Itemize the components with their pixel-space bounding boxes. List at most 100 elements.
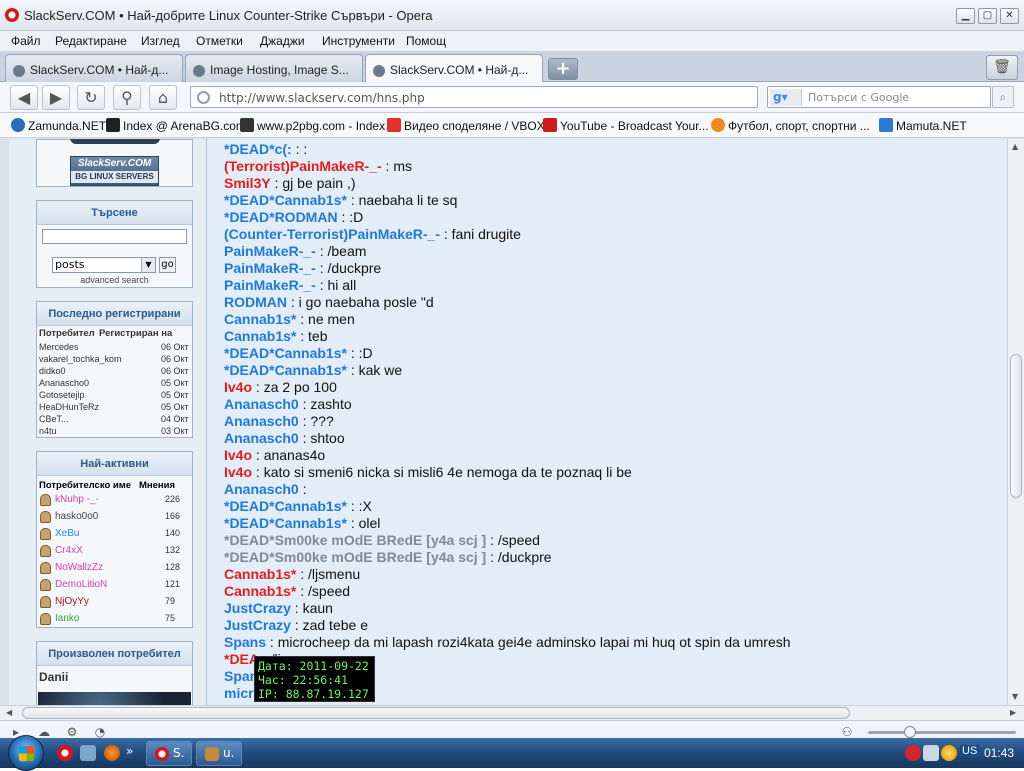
search-go-button[interactable]: go <box>159 257 176 273</box>
menu-edit[interactable]: Редактиране <box>55 34 127 48</box>
list-item[interactable]: DemoLitioN 121 <box>37 579 192 596</box>
bookmark-p2pbg[interactable]: www.p2pbg.com - Index <box>240 118 385 133</box>
menu-view[interactable]: Изглед <box>141 34 180 48</box>
chat-author[interactable]: JustCrazy <box>224 617 291 633</box>
home-icon[interactable]: ⌂ <box>149 85 177 110</box>
chat-author[interactable]: Iv4o <box>224 447 252 463</box>
chat-author[interactable]: RODMAN <box>224 294 287 310</box>
zoom-slider-knob[interactable] <box>904 726 916 738</box>
forum-search-input[interactable] <box>42 229 187 244</box>
chat-author[interactable]: JustCrazy <box>224 600 291 616</box>
list-item[interactable]: kNuhp -_- 226 <box>37 494 192 511</box>
bookmark-arenabg[interactable]: Index @ ArenaBG.com <box>106 118 246 133</box>
forward-arrow-icon[interactable]: ▶ <box>42 85 70 110</box>
table-row[interactable]: vakarel_tochka_kom 06 Окт <box>37 354 192 366</box>
minimize-button[interactable]: ▁ <box>956 8 975 24</box>
chat-author[interactable]: Ananasch0 <box>224 396 299 412</box>
table-row[interactable]: n4tu 03 Окт <box>37 426 192 438</box>
list-item[interactable]: Cr4xX 132 <box>37 545 192 562</box>
address-bar[interactable]: http://www.slackserv.com/hns.php <box>190 86 758 108</box>
site-info-icon[interactable] <box>197 91 210 104</box>
chat-author[interactable]: *DEAD*Sm00ke mOdE BRedE [y4a scj ] <box>224 532 486 548</box>
scroll-right-icon[interactable]: ▶ <box>1010 708 1016 717</box>
table-row[interactable]: didko0 06 Окт <box>37 366 192 378</box>
chat-author[interactable]: PainMakeR-_- <box>224 260 316 276</box>
list-item[interactable]: NoWallzZz 128 <box>37 562 192 579</box>
table-row[interactable]: Gotosetejip 05 Окт <box>37 390 192 402</box>
chat-author[interactable]: Iv4o <box>224 464 252 480</box>
chat-author[interactable]: *DEAD*c(: <box>224 141 296 157</box>
chat-author[interactable]: Iv4o <box>224 379 252 395</box>
chat-author[interactable]: Smil3Y <box>224 175 271 191</box>
chat-author[interactable]: Cannab1s* <box>224 583 296 599</box>
tab-1[interactable]: SlackServ.COM • Най-д... <box>5 54 183 82</box>
search-field[interactable]: g▾ Потърси с Google <box>767 86 991 108</box>
start-button[interactable] <box>8 735 44 771</box>
table-row[interactable]: Ananascho0 05 Окт <box>37 378 192 390</box>
horizontal-scrollbar[interactable]: ◀ ▶ <box>0 705 1024 720</box>
trash-can-icon[interactable]: 🗑 <box>986 55 1018 80</box>
more-quicklaunch-icon[interactable]: » <box>126 744 133 758</box>
chat-author[interactable]: PainMakeR-_- <box>224 243 316 259</box>
opera-quicklaunch-icon[interactable] <box>57 745 73 761</box>
taskbar-app-button[interactable]: u. <box>196 741 242 766</box>
chat-author[interactable]: *DEAD*Cannab1s* <box>224 498 347 514</box>
tray-app-icon[interactable] <box>941 745 957 761</box>
chat-author[interactable]: *DEAD*Sm00ke mOdE BRedE [y4a scj ] <box>224 549 486 565</box>
zoom-slider[interactable] <box>868 731 1016 734</box>
vertical-scrollbar[interactable]: ▲ ▼ <box>1007 139 1024 705</box>
bookmark-zamunda[interactable]: Zamunda.NET <box>11 118 106 133</box>
list-item[interactable]: hasko0o0 166 <box>37 511 192 528</box>
firefox-quicklaunch-icon[interactable] <box>104 745 120 761</box>
table-row[interactable]: HeaDHunTeRz 05 Окт <box>37 402 192 414</box>
list-item[interactable]: NjOyYy 79 <box>37 596 192 613</box>
horizontal-scroll-thumb[interactable] <box>22 707 850 719</box>
tab-3-active[interactable]: SlackServ.COM • Най-д... <box>365 54 543 83</box>
menu-widgets[interactable]: Джаджи <box>260 34 305 48</box>
search-go-icon[interactable]: ⌕ <box>992 86 1014 108</box>
bookmark-football[interactable]: Футбол, спорт, спортни ... <box>711 118 870 133</box>
slackserv-banner[interactable]: SlackServ.COM BG LINUX SERVERS <box>70 156 159 186</box>
wand-icon[interactable]: ⚲ <box>113 85 141 110</box>
scroll-up-icon[interactable]: ▲ <box>1012 142 1018 151</box>
chat-author[interactable]: Cannab1s* <box>224 566 296 582</box>
chat-author[interactable]: (Counter-Terrorist)PainMakeR-_- <box>224 226 440 242</box>
vertical-scroll-thumb[interactable] <box>1010 354 1022 498</box>
chat-author[interactable]: *DEAD*Cannab1s* <box>224 515 347 531</box>
random-user-name[interactable]: Danii <box>37 666 192 684</box>
chat-author[interactable]: Cannab1s* <box>224 328 296 344</box>
back-arrow-icon[interactable]: ◀ <box>10 85 38 110</box>
search-type-select[interactable]: posts ▼ <box>52 257 156 273</box>
table-row[interactable]: CBeT... 04 Окт <box>37 414 192 426</box>
chat-author[interactable]: (Terrorist)PainMakeR-_- <box>224 158 382 174</box>
new-tab-button[interactable]: + <box>548 58 578 80</box>
chat-author[interactable]: *DEAD*Cannab1s* <box>224 345 347 361</box>
chat-author[interactable]: micr <box>224 685 254 701</box>
google-engine-icon[interactable]: g▾ <box>770 89 802 106</box>
network-icon[interactable] <box>923 745 939 761</box>
chat-author[interactable]: PainMakeR-_- <box>224 277 316 293</box>
chat-author[interactable]: Ananasch0 <box>224 481 299 497</box>
chat-author[interactable]: *DEAD*Cannab1s* <box>224 192 347 208</box>
maximize-button[interactable]: ▢ <box>978 8 997 24</box>
close-button[interactable]: ✕ <box>1000 8 1019 24</box>
chat-author[interactable]: *DEAD*RODMAN <box>224 209 338 225</box>
table-row[interactable]: Mercedes 06 Окт <box>37 342 192 354</box>
menu-bookmarks[interactable]: Отметки <box>196 34 243 48</box>
menu-tools[interactable]: Инструменти <box>322 34 395 48</box>
bookmark-mamuta[interactable]: Mamuta.NET <box>879 118 967 133</box>
random-user-avatar[interactable] <box>38 692 191 705</box>
clock[interactable]: 01:43 <box>984 746 1014 760</box>
chat-author[interactable]: Spans <box>224 634 266 650</box>
chat-author[interactable]: *DEAD*Cannab1s* <box>224 362 347 378</box>
scroll-down-icon[interactable]: ▼ <box>1012 692 1018 701</box>
menu-file[interactable]: Файл <box>11 34 41 48</box>
reload-icon[interactable]: ↻ <box>77 85 105 110</box>
menu-help[interactable]: Помощ <box>406 34 446 48</box>
list-item[interactable]: Ianko 75 <box>37 613 192 630</box>
bookmark-vbox7[interactable]: Видео споделяне / VBOX7 <box>387 118 551 133</box>
show-desktop-icon[interactable] <box>80 745 96 761</box>
taskbar-opera-button[interactable]: S. <box>146 741 192 766</box>
advanced-search-link[interactable]: advanced search <box>37 275 192 285</box>
chat-author[interactable]: Ananasch0 <box>224 430 299 446</box>
